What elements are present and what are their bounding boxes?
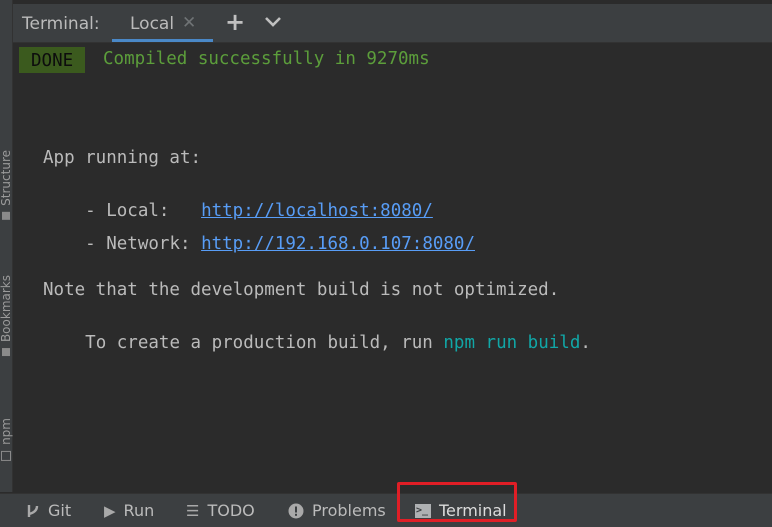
panel-title: Terminal: [22, 14, 100, 34]
bottom-tool-bar: Git ▶ Run ☰ TODO Problems >_ Terminal [0, 493, 772, 527]
list-icon: ☰ [186, 501, 200, 520]
network-url-link[interactable]: http://192.168.0.107:8080/ [201, 234, 475, 254]
terminal-header: Terminal: Local ✕ + [13, 4, 772, 43]
compiled-message: Compiled successfully in 9270ms [103, 49, 430, 69]
production-build-line: To create a production build, run npm ru… [43, 313, 591, 373]
npm-icon [1, 450, 11, 461]
chevron-down-icon[interactable] [263, 15, 283, 29]
highlight-box [397, 482, 517, 522]
bookmark-icon [2, 348, 10, 357]
play-icon: ▶ [104, 501, 116, 520]
prod-suffix: . [580, 333, 591, 353]
exclamation-icon [288, 503, 304, 518]
tool-window-run[interactable]: ▶ Run [104, 494, 154, 527]
git-branch-icon [27, 504, 39, 517]
sidebar-item-npm[interactable]: npm [0, 418, 14, 461]
network-label: - Network: [85, 234, 202, 254]
left-tool-sidebar: Structure Bookmarks npm [0, 0, 13, 492]
prod-prefix: To create a production build, run [85, 333, 444, 353]
tab-local[interactable]: Local ✕ [112, 4, 213, 42]
network-url-line: - Network: http://192.168.0.107:8080/ [43, 214, 475, 274]
tool-window-problems[interactable]: Problems [288, 494, 386, 527]
sidebar-item-structure[interactable]: Structure [0, 150, 14, 220]
active-tab-indicator [112, 39, 213, 42]
close-icon[interactable]: ✕ [182, 13, 196, 33]
app-running-text: App running at: [43, 148, 202, 168]
build-command: npm run build [443, 333, 581, 353]
tool-window-todo[interactable]: ☰ TODO [186, 494, 255, 527]
done-badge: DONE [19, 47, 86, 73]
terminal-output[interactable]: DONE Compiled successfully in 9270ms App… [13, 43, 772, 492]
tab-label: Local [130, 14, 175, 34]
plus-icon[interactable]: + [225, 8, 245, 36]
tool-window-git[interactable]: Git [26, 494, 71, 527]
structure-icon [2, 211, 10, 220]
note-text: Note that the development build is not o… [43, 280, 560, 300]
sidebar-item-bookmarks[interactable]: Bookmarks [0, 275, 14, 357]
